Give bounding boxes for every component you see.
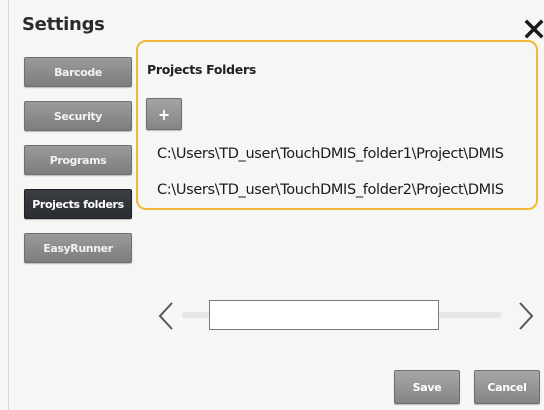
close-button[interactable] [524, 14, 544, 42]
chevron-left-icon [158, 302, 173, 330]
nav-programs[interactable]: Programs [24, 145, 132, 175]
nav-barcode[interactable]: Barcode [24, 57, 132, 87]
save-button[interactable]: Save [394, 370, 460, 404]
plus-icon: + [157, 104, 171, 124]
window-title: Settings [22, 14, 105, 35]
add-folder-button[interactable]: + [146, 98, 182, 130]
scroll-right-button[interactable] [516, 300, 536, 332]
chevron-right-icon [519, 302, 534, 330]
scroll-left-button[interactable] [156, 300, 176, 332]
panel-title: Projects Folders [147, 62, 256, 77]
folder-path-item[interactable]: C:\Users\TD_user\TouchDMIS_folder2\Proje… [157, 182, 504, 198]
close-icon [524, 19, 544, 39]
nav-security[interactable]: Security [24, 101, 132, 131]
nav-projects-folders[interactable]: Projects folders [24, 189, 132, 219]
folder-path-item[interactable]: C:\Users\TD_user\TouchDMIS_folder1\Proje… [157, 146, 504, 162]
horizontal-scrollbar-thumb[interactable] [209, 300, 439, 330]
nav-easyrunner[interactable]: EasyRunner [24, 233, 132, 263]
settings-nav: Barcode Security Programs Projects folde… [24, 57, 132, 277]
cancel-button[interactable]: Cancel [474, 370, 540, 404]
